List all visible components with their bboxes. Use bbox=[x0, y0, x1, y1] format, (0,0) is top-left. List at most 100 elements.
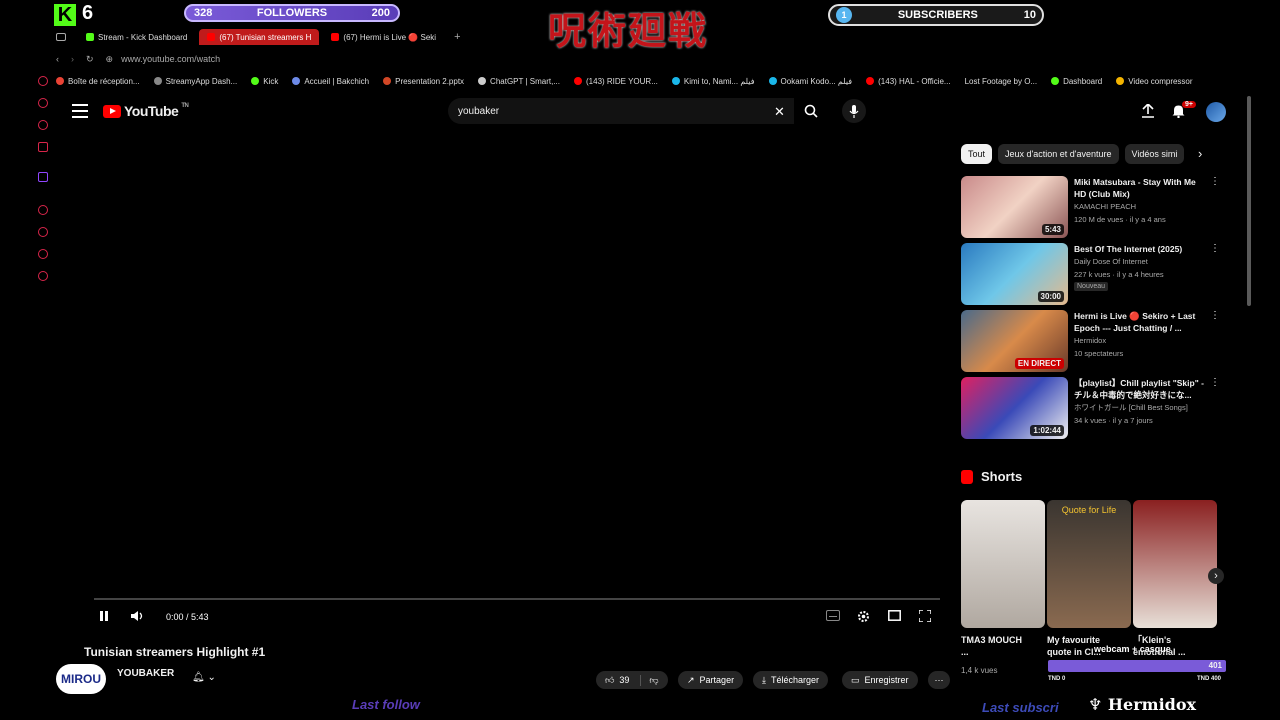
rec-title[interactable]: Best Of The Internet (2025) bbox=[1074, 243, 1204, 255]
bookmark-item[interactable]: Accueil | Bakchich bbox=[292, 77, 369, 86]
page-scrollbar[interactable] bbox=[1247, 96, 1251, 306]
sidebar-app-icon[interactable] bbox=[38, 76, 48, 86]
sidebar-app-icon[interactable] bbox=[38, 142, 48, 152]
video-player[interactable] bbox=[84, 138, 950, 634]
youtube-tab-icon bbox=[331, 33, 340, 41]
fullscreen-button[interactable] bbox=[918, 609, 932, 624]
search-button[interactable] bbox=[796, 98, 826, 124]
short-thumbnail[interactable] bbox=[961, 500, 1045, 628]
search-input[interactable]: youbaker bbox=[448, 98, 794, 124]
recommendation-item[interactable]: 1:02:44 【playlist】Chill playlist "Skip" … bbox=[961, 377, 1221, 439]
theater-mode-button[interactable] bbox=[888, 610, 901, 623]
bookmark-item[interactable]: Ookami Kodo... فيلم bbox=[768, 77, 852, 86]
chip-similar[interactable]: Vidéos simi bbox=[1124, 144, 1185, 164]
pause-button[interactable] bbox=[98, 610, 110, 624]
more-vertical-icon[interactable]: ⋮ bbox=[1210, 310, 1220, 372]
address-bar[interactable]: ‹ › ↻ ⊕ www.youtube.com/watch bbox=[56, 50, 1256, 68]
rec-channel[interactable]: Hermidox bbox=[1074, 334, 1204, 347]
bookmark-item[interactable]: Boîte de réception... bbox=[56, 77, 140, 86]
subscribers-goal-bar: 1 SUBSCRIBERS 10 bbox=[828, 4, 1044, 26]
rec-channel[interactable]: ホワイトガール [Chill Best Songs] bbox=[1074, 401, 1204, 414]
youtube-play-icon bbox=[103, 104, 121, 118]
voice-search-button[interactable] bbox=[842, 99, 866, 123]
tab-kick-dashboard[interactable]: Stream - Kick Dashboard bbox=[78, 29, 195, 45]
twitch-icon[interactable] bbox=[38, 172, 48, 182]
new-tab-icon[interactable]: + bbox=[454, 31, 460, 43]
thumbs-up-icon: 👍︎ bbox=[605, 674, 615, 685]
rec-title[interactable]: 【playlist】Chill playlist "Skip" - チル＆中毒的… bbox=[1074, 377, 1204, 401]
save-button[interactable]: ▭ Enregistrer bbox=[842, 671, 918, 689]
bookmark-item[interactable]: Dashboard bbox=[1051, 77, 1102, 86]
sidebar-app-icon[interactable] bbox=[38, 205, 48, 215]
chip-action-adventure[interactable]: Jeux d'action et d'aventure bbox=[998, 144, 1119, 164]
tab-list-icon[interactable] bbox=[56, 33, 66, 41]
bookmark-item[interactable]: StreamyApp Dash... bbox=[153, 77, 237, 86]
video-thumbnail[interactable]: 30:00 bbox=[961, 243, 1068, 305]
thumbs-down-icon[interactable]: 👎︎ bbox=[640, 674, 659, 686]
sidebar-app-icon[interactable] bbox=[38, 227, 48, 237]
like-count: 39 bbox=[619, 675, 630, 685]
bookmark-item[interactable]: Kimi to, Nami... فيلم bbox=[671, 77, 755, 86]
bookmark-item[interactable]: Lost Footage by O... bbox=[965, 77, 1037, 86]
shorts-next-icon[interactable]: › bbox=[1208, 568, 1224, 584]
settings-button[interactable] bbox=[857, 610, 870, 625]
url-text[interactable]: www.youtube.com/watch bbox=[121, 54, 220, 64]
chips-next-icon[interactable]: › bbox=[1198, 146, 1202, 161]
channel-avatar[interactable]: MIROU bbox=[56, 664, 106, 694]
more-vertical-icon[interactable]: ⋮ bbox=[1210, 176, 1220, 238]
bookmark-item[interactable]: Kick bbox=[251, 77, 278, 86]
channel-name[interactable]: YOUBAKER bbox=[117, 668, 174, 679]
subscribe-bell-icon[interactable]: 🔔︎ ⌄ bbox=[192, 672, 216, 683]
video-progress-bar[interactable] bbox=[94, 598, 940, 600]
video-thumbnail[interactable]: 1:02:44 bbox=[961, 377, 1068, 439]
recommendation-item[interactable]: 30:00 Best Of The Internet (2025) Daily … bbox=[961, 243, 1221, 305]
rec-title[interactable]: Hermi is Live 🔴 Sekiro + Last Epoch --- … bbox=[1074, 310, 1204, 334]
short-title[interactable]: TMA3 MOUCH ... bbox=[961, 634, 1031, 658]
forward-icon[interactable]: › bbox=[71, 54, 74, 64]
share-button[interactable]: ↗ Partager bbox=[678, 671, 744, 689]
volume-button[interactable] bbox=[131, 610, 145, 624]
chip-all[interactable]: Tout bbox=[961, 144, 993, 164]
notification-count-badge: 9+ bbox=[1182, 101, 1196, 108]
hamburger-menu-icon[interactable] bbox=[72, 104, 88, 118]
recommendation-item[interactable]: EN DIRECT Hermi is Live 🔴 Sekiro + Last … bbox=[961, 310, 1221, 372]
short-thumbnail[interactable] bbox=[1133, 500, 1217, 628]
sidebar-app-icon[interactable] bbox=[38, 249, 48, 259]
streamer-name: ♆ Hermidox bbox=[1088, 695, 1197, 714]
subtitles-button[interactable] bbox=[826, 610, 840, 623]
download-button[interactable]: ⤓ Télécharger bbox=[753, 671, 829, 689]
rec-meta: 120 M de vues · il y a 4 ans bbox=[1074, 215, 1166, 224]
like-button[interactable]: 👍︎ 39 👎︎ bbox=[596, 671, 668, 689]
recommendation-item[interactable]: 5:43 Miki Matsubara - Stay With Me HD (C… bbox=[961, 176, 1221, 238]
sidebar-app-icon[interactable] bbox=[38, 98, 48, 108]
video-thumbnail[interactable]: EN DIRECT bbox=[961, 310, 1068, 372]
more-actions-button[interactable]: ⋯ bbox=[928, 671, 950, 689]
tab-label: (67) Hermi is Live 🔴 Seki bbox=[343, 32, 437, 42]
clear-search-icon[interactable]: ✕ bbox=[774, 104, 785, 120]
rec-channel[interactable]: KAMACHI PEACH bbox=[1074, 200, 1204, 213]
reload-icon[interactable]: ↻ bbox=[86, 54, 94, 65]
account-avatar[interactable] bbox=[1206, 102, 1226, 122]
youtube-logo[interactable]: YouTube TN bbox=[103, 103, 189, 119]
last-follow-label: Last follow bbox=[352, 697, 420, 712]
video-thumbnail[interactable]: 5:43 bbox=[961, 176, 1068, 238]
bookmark-item[interactable]: (143) RIDE YOUR... bbox=[574, 77, 658, 86]
more-vertical-icon[interactable]: ⋮ bbox=[1210, 377, 1220, 439]
more-vertical-icon[interactable]: ⋮ bbox=[1210, 243, 1220, 305]
tab-youtube-current[interactable]: (67) Tunisian streamers H bbox=[199, 29, 320, 45]
bookmark-item[interactable]: Video compressor bbox=[1116, 77, 1193, 86]
bookmark-item[interactable]: (143) HAL - Officie... bbox=[866, 77, 951, 86]
settings-icon[interactable] bbox=[38, 271, 48, 281]
sidebar-app-icon[interactable] bbox=[38, 120, 48, 130]
bookmark-item[interactable]: ChatGPT | Smart,... bbox=[478, 77, 560, 86]
rec-title[interactable]: Miki Matsubara - Stay With Me HD (Club M… bbox=[1074, 176, 1204, 200]
search-query[interactable]: youbaker bbox=[458, 106, 499, 117]
bookmark-item[interactable]: Presentation 2.pptx bbox=[383, 77, 464, 86]
rec-channel[interactable]: Daily Dose Of Internet bbox=[1074, 255, 1204, 268]
followers-goal: 200 bbox=[371, 7, 390, 19]
tab-youtube-hermi[interactable]: (67) Hermi is Live 🔴 Seki bbox=[323, 29, 444, 45]
back-icon[interactable]: ‹ bbox=[56, 54, 59, 64]
upload-icon[interactable] bbox=[1142, 103, 1154, 123]
site-info-icon[interactable]: ⊕ bbox=[106, 54, 114, 65]
short-thumbnail[interactable]: Quote for Life bbox=[1047, 500, 1131, 628]
